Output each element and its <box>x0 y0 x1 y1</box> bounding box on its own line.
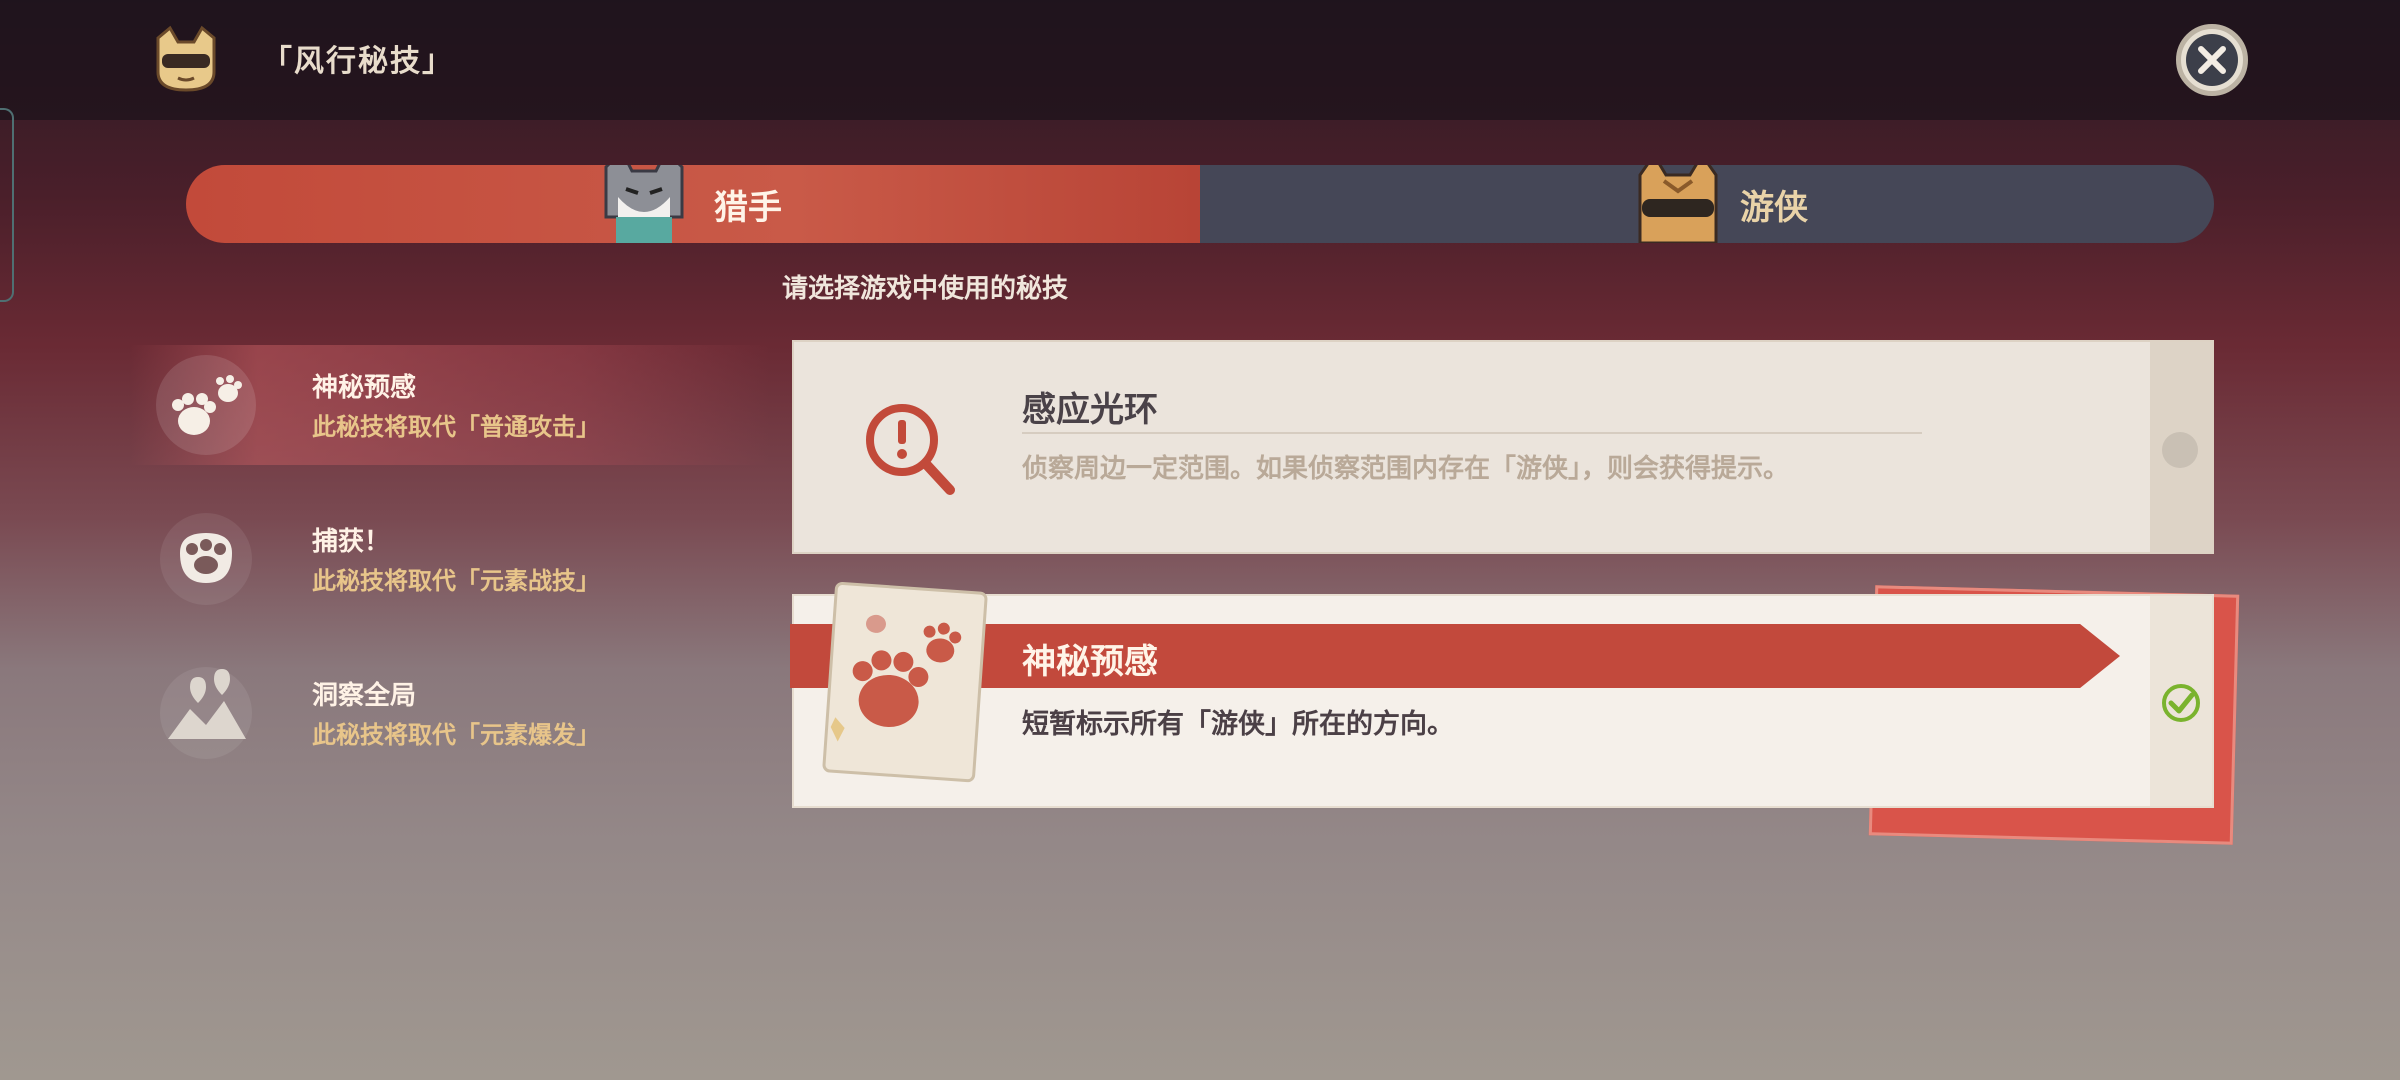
skill-list: 神秘预感 此秘技将取代「普通攻击」 捕获！ 此秘技将取代「元素战技」 洞察全局 … <box>130 345 770 807</box>
skill-item-mystic-sense[interactable]: 神秘预感 此秘技将取代「普通攻击」 <box>130 345 770 465</box>
close-button[interactable] <box>2176 24 2248 96</box>
paws-card-icon <box>822 581 988 783</box>
page-title: 「风行秘技」 <box>262 44 454 79</box>
option-name: 神秘预感 <box>1022 642 1158 682</box>
grey-cat-avatar-icon <box>604 165 684 243</box>
tab-ranger-label: 游侠 <box>1740 187 1808 228</box>
tab-hunter[interactable]: 猎手 <box>186 165 1200 243</box>
skill-item-capture[interactable]: 捕获！ 此秘技将取代「元素战技」 <box>130 499 770 619</box>
side-panel-edge <box>0 108 14 302</box>
cat-mask-icon <box>156 25 216 92</box>
masked-cat-avatar-icon <box>1638 165 1718 243</box>
instruction-text: 请选择游戏中使用的秘技 <box>782 274 1069 304</box>
checkmark-icon[interactable] <box>2160 682 2202 724</box>
option-desc: 侦察周边一定范围。如果侦察范围内存在「游侠」，则会获得提示。 <box>1022 454 1790 484</box>
skill-name: 神秘预感 <box>312 373 417 403</box>
skill-desc: 此秘技将取代「元素战技」 <box>312 567 600 595</box>
skill-item-insight[interactable]: 洞察全局 此秘技将取代「元素爆发」 <box>130 653 770 773</box>
alert-magnifier-icon <box>866 404 955 495</box>
skill-desc: 此秘技将取代「普通攻击」 <box>312 413 600 441</box>
paws-icon <box>156 355 256 455</box>
skill-name: 洞察全局 <box>312 681 417 711</box>
option-desc: 短暂标示所有「游侠」所在的方向。 <box>1022 709 1454 740</box>
role-switcher: 猎手 游侠 <box>186 165 2214 243</box>
skill-name: 捕获！ <box>312 527 391 557</box>
option-name: 感应光环 <box>1022 390 1158 430</box>
tab-hunter-label: 猎手 <box>714 187 782 228</box>
option-card-sense-aura[interactable]: 感应光环 侦察周边一定范围。如果侦察范围内存在「游侠」，则会获得提示。 <box>792 340 2214 554</box>
skill-desc: 此秘技将取代「元素爆发」 <box>312 721 600 749</box>
cat-paw-icon <box>160 513 252 605</box>
option-card-mystic-sense[interactable]: 神秘预感 短暂标示所有「游侠」所在的方向。 <box>790 581 2214 808</box>
close-icon <box>2186 34 2238 86</box>
tab-ranger[interactable]: 游侠 <box>1200 165 2214 243</box>
radio-unselected[interactable] <box>2162 432 2198 468</box>
map-pins-icon <box>160 667 252 759</box>
divider <box>1022 432 1922 434</box>
